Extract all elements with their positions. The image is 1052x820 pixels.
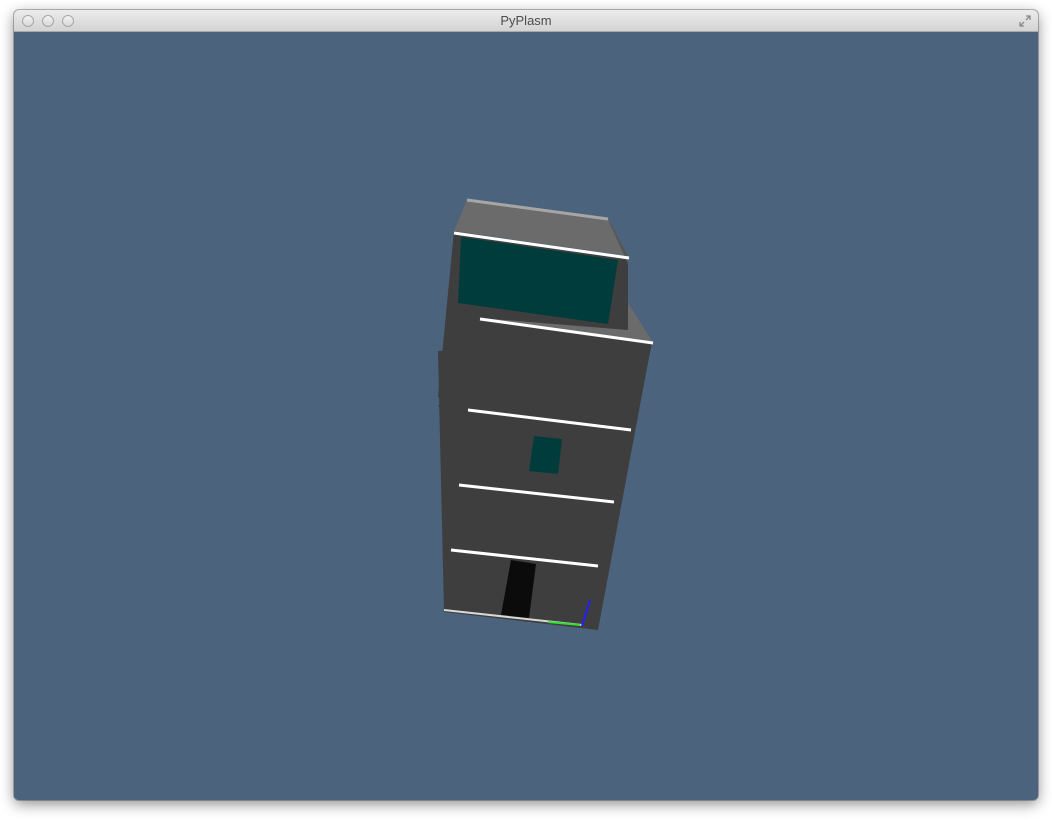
window-title: PyPlasm	[500, 13, 552, 28]
fullscreen-icon[interactable]	[1018, 14, 1032, 28]
small-window	[529, 436, 562, 474]
app-window: PyPlasm	[14, 10, 1038, 800]
3d-viewport[interactable]	[14, 32, 1038, 800]
title-bar[interactable]: PyPlasm	[14, 10, 1038, 32]
building-model	[438, 198, 654, 630]
